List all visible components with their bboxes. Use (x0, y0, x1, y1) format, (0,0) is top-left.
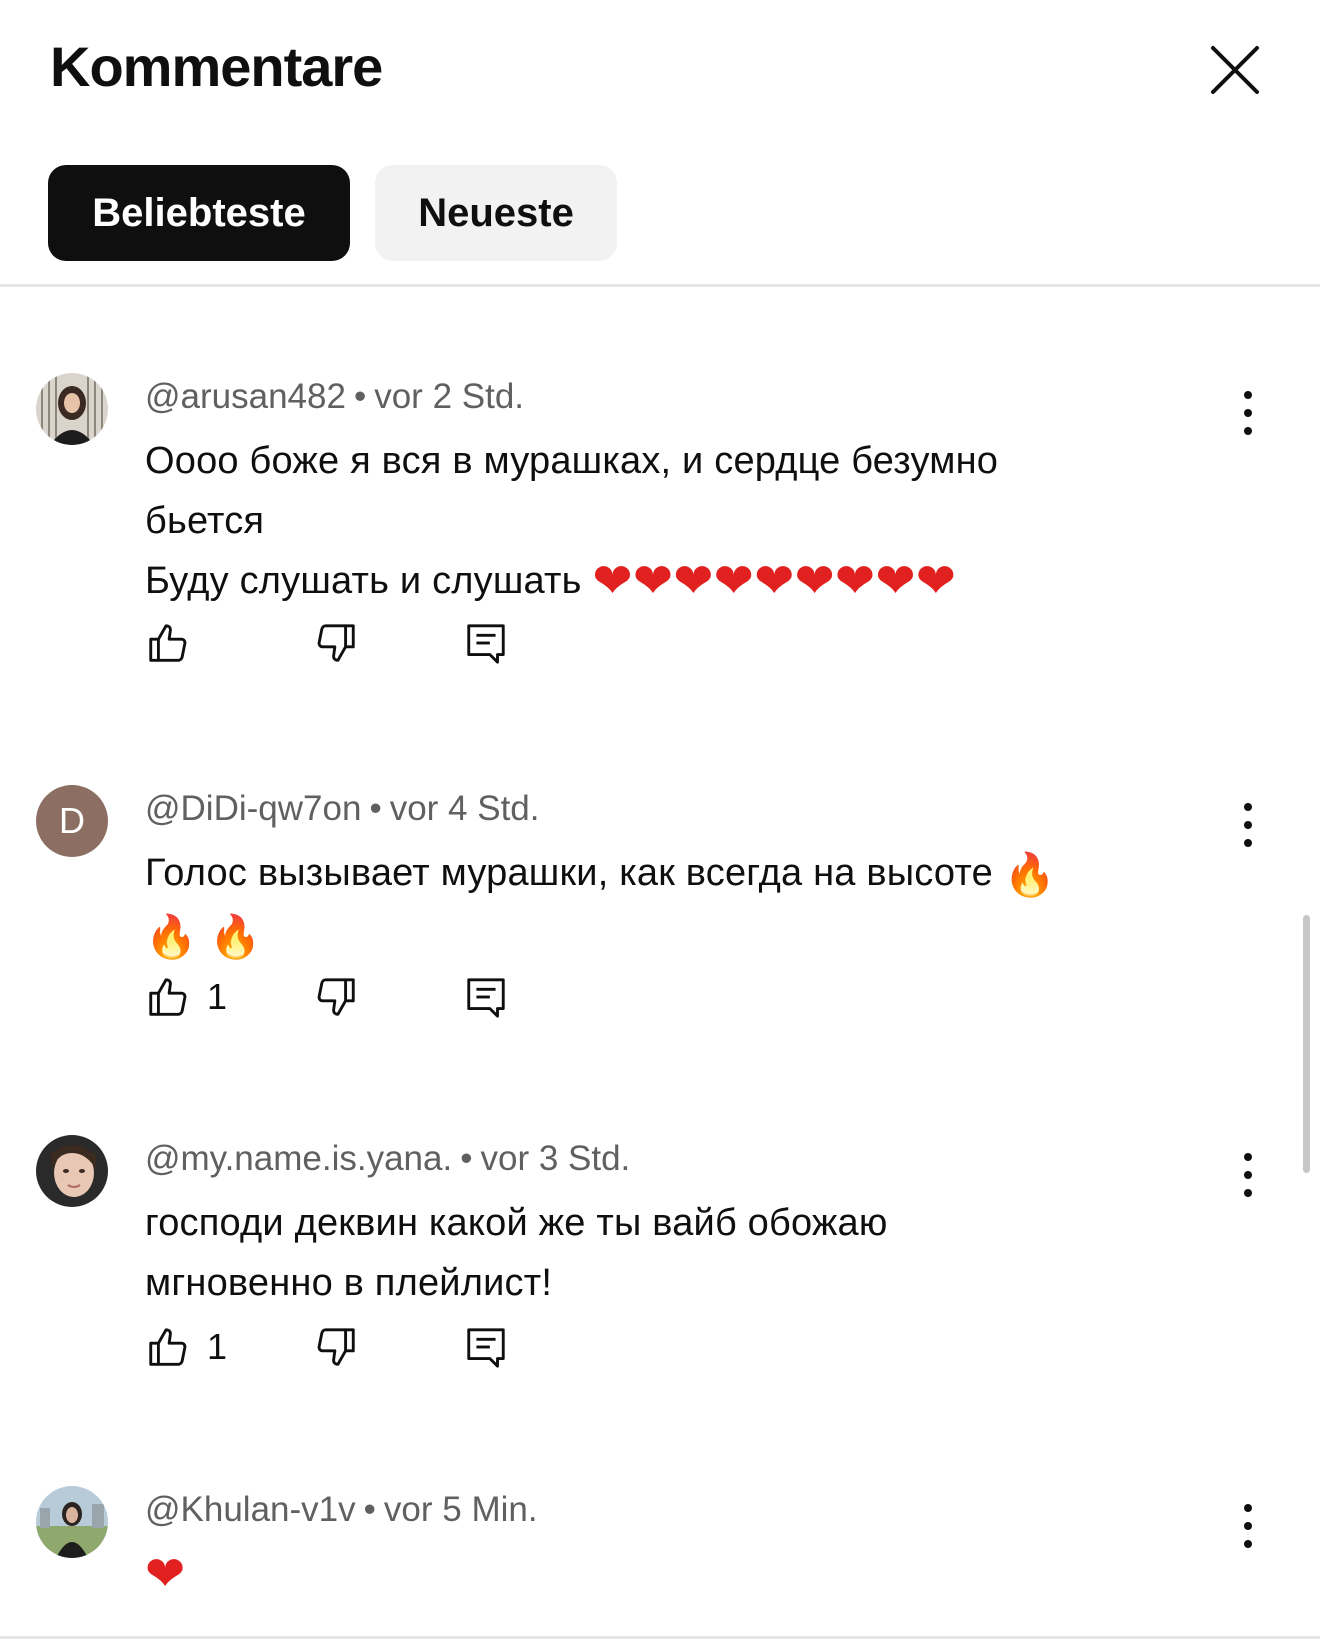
reply-button[interactable] (463, 613, 509, 673)
scrollbar[interactable] (1303, 915, 1310, 1173)
close-icon (1211, 46, 1259, 94)
thumb-down-icon (317, 624, 355, 662)
more-vertical-icon (1244, 1153, 1252, 1197)
avatar[interactable] (36, 1486, 108, 1558)
thumb-up-icon (149, 1328, 187, 1366)
avatar[interactable]: D (36, 785, 108, 857)
avatar[interactable] (36, 373, 108, 445)
comment-author[interactable]: @DiDi-qw7on (145, 789, 361, 828)
comment-time: vor 2 Std. (374, 377, 525, 416)
thumb-down-icon (317, 1328, 355, 1366)
comment-meta: @Khulan-v1v • vor 5 Min. (145, 1490, 538, 1529)
bottom-divider (0, 1636, 1320, 1639)
page-title: Kommentare (50, 35, 383, 98)
chip-neueste[interactable]: Neueste (375, 165, 617, 261)
more-button[interactable] (1228, 383, 1268, 443)
comment-meta: @my.name.is.yana. • vor 3 Std. (145, 1139, 631, 1178)
heart-emoji: ❤ (145, 1548, 186, 1601)
comment-time: vor 5 Min. (383, 1490, 538, 1529)
more-button[interactable] (1228, 1145, 1268, 1205)
comment-line: Буду слушать и слушать (145, 560, 582, 602)
dislike-button[interactable] (313, 613, 359, 673)
dislike-button[interactable] (313, 967, 359, 1027)
comment-author[interactable]: @my.name.is.yana. (145, 1139, 452, 1178)
chip-beliebteste[interactable]: Beliebteste (48, 165, 350, 261)
comment-author[interactable]: @Khulan-v1v (145, 1490, 356, 1529)
reply-icon (467, 978, 505, 1018)
fire-emoji: 🔥 (1003, 851, 1057, 898)
header-divider (0, 284, 1320, 287)
more-button[interactable] (1228, 1496, 1268, 1556)
comment-text: Оооо боже я вся в мурашках, и сердце без… (145, 431, 1215, 612)
fire-emoji-row: 🔥 🔥 (145, 913, 262, 960)
comments-header: Kommentare (0, 0, 1320, 130)
reply-icon (467, 1328, 505, 1368)
comment-time: vor 4 Std. (389, 789, 540, 828)
close-button[interactable] (1205, 40, 1265, 100)
more-button[interactable] (1228, 795, 1268, 855)
heart-emoji-row: ❤❤❤❤❤❤❤❤❤ (592, 555, 957, 608)
comment-text: господи деквин какой же ты вайб обожаю м… (145, 1193, 1215, 1313)
comment-time: vor 3 Std. (480, 1139, 631, 1178)
comment-line: мгновенно в плейлист! (145, 1262, 553, 1304)
more-vertical-icon (1244, 803, 1252, 847)
thumb-up-icon (149, 624, 187, 662)
comment-author[interactable]: @arusan482 (145, 377, 346, 416)
comment-line: господи деквин какой же ты вайб обожаю (145, 1202, 888, 1244)
like-count: 1 (207, 1326, 228, 1367)
more-vertical-icon (1244, 1504, 1252, 1548)
reply-icon (467, 624, 505, 664)
like-button[interactable]: 1 (145, 1317, 227, 1377)
avatar[interactable] (36, 1135, 108, 1207)
sort-chips: Beliebteste Neueste (48, 165, 617, 261)
dislike-button[interactable] (313, 1317, 359, 1377)
comment-meta: @arusan482 • vor 2 Std. (145, 377, 525, 416)
comment-meta: @DiDi-qw7on • vor 4 Std. (145, 789, 540, 828)
more-vertical-icon (1244, 391, 1252, 435)
comment-line: бьется (145, 500, 265, 542)
comment-text: Голос вызывает мурашки, как всегда на вы… (145, 843, 1215, 967)
comment-line: Голос вызывает мурашки, как всегда на вы… (145, 852, 993, 894)
like-button[interactable] (145, 613, 191, 673)
like-button[interactable]: 1 (145, 967, 227, 1027)
thumb-up-icon (149, 978, 187, 1016)
thumb-down-icon (317, 978, 355, 1016)
comment-line: Оооо боже я вся в мурашках, и сердце без… (145, 440, 999, 482)
reply-button[interactable] (463, 1317, 509, 1377)
comment-text: ❤ (145, 1544, 1215, 1605)
reply-button[interactable] (463, 967, 509, 1027)
like-count: 1 (207, 976, 228, 1017)
